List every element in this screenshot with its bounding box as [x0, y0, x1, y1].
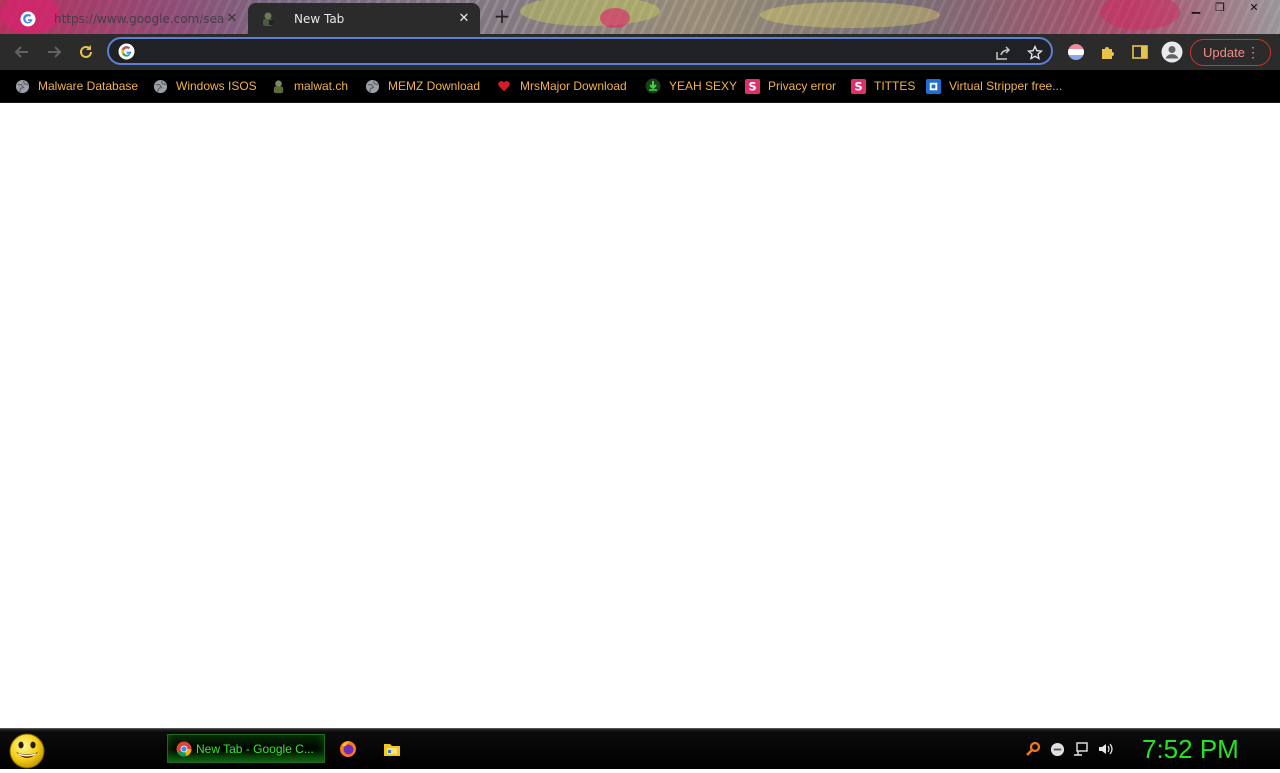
tab-title: https://www.google.com/search	[54, 11, 224, 26]
tab-google-search[interactable]: https://www.google.com/search ✕	[8, 3, 246, 34]
back-button[interactable]	[10, 40, 34, 64]
side-panel-icon[interactable]	[1128, 40, 1152, 64]
taskbar-chrome-window[interactable]: New Tab - Google C...	[167, 734, 325, 763]
bookmark-label: Windows ISOS	[176, 79, 257, 93]
flag-circle-glyph	[1068, 44, 1084, 60]
bookmarks-bar: Malware Database Windows ISOS malwat.ch …	[0, 70, 1280, 103]
globe-icon	[364, 78, 380, 94]
extensions-icon[interactable]	[1096, 40, 1120, 64]
more-menu-icon[interactable]: ⋮	[1246, 44, 1260, 60]
share-icon[interactable]	[993, 43, 1013, 63]
bookmark-label: MEMZ Download	[388, 79, 481, 93]
minimize-icon[interactable]: ▁	[1184, 0, 1208, 18]
globe-icon	[14, 78, 30, 94]
update-button[interactable]: Update ⋮	[1190, 39, 1271, 66]
taskbar-chrome-label: New Tab - Google C...	[196, 741, 314, 756]
google-icon	[20, 11, 36, 26]
blue-square-icon	[925, 78, 941, 94]
bookmark-memz-download[interactable]: MEMZ Download	[364, 76, 480, 96]
profile-avatar-icon[interactable]	[1160, 40, 1184, 64]
bookmark-label: TITTES	[874, 79, 916, 93]
wallpaper-splash	[1100, 0, 1180, 30]
taskbar-clock[interactable]: 7:52 PM	[1142, 733, 1239, 765]
bookmark-label: MrsMajor Download	[520, 79, 627, 93]
tray-volume-icon[interactable]	[1096, 740, 1114, 758]
close-tab-icon[interactable]: ✕	[224, 11, 240, 27]
puzzle-glyph	[1102, 47, 1114, 59]
bookmark-yeah-sexy[interactable]: YEAH SEXY	[645, 76, 737, 96]
start-button[interactable]	[7, 731, 47, 769]
speaker-glyph	[1099, 743, 1113, 755]
restore-icon[interactable]: ❐	[1208, 0, 1232, 18]
reload-icon	[80, 45, 92, 58]
close-window-icon[interactable]: ✕	[1242, 0, 1266, 18]
bookmark-label: malwat.ch	[294, 79, 349, 93]
star-glyph	[1027, 45, 1043, 60]
firefox-icon	[340, 741, 356, 757]
address-input[interactable]	[139, 41, 983, 65]
round-status-glyph	[1050, 742, 1064, 756]
bookmark-windows-isos[interactable]: Windows ISOS	[152, 76, 257, 96]
folder-icon	[384, 744, 400, 756]
hacker-icon	[270, 78, 286, 94]
bookmark-label: YEAH SEXY	[669, 79, 738, 93]
globe-icon	[152, 78, 168, 94]
taskbar-explorer-button[interactable]	[382, 739, 402, 759]
bookmark-label: Virtual Stripper free...	[949, 79, 1063, 93]
arrow-right-icon	[48, 46, 62, 58]
s-icon: S	[744, 78, 760, 94]
page-content	[0, 103, 1280, 728]
wallpaper-splash	[520, 0, 660, 26]
address-bar[interactable]	[107, 37, 1053, 65]
google-icon	[118, 43, 135, 60]
hacker-icon	[263, 12, 274, 26]
tab-new-tab[interactable]: New Tab ✕	[248, 3, 480, 34]
arrow-left-icon	[14, 46, 28, 58]
bookmark-mrsmajor-download[interactable]: MrsMajor Download	[496, 76, 627, 96]
magnifier-glyph	[1026, 741, 1041, 756]
bookmark-malware-database[interactable]: Malware Database	[14, 76, 138, 96]
reload-button[interactable]	[74, 40, 98, 64]
smiley-icon	[9, 733, 45, 769]
taskbar: New Tab - Google C... 7:52 PM	[0, 728, 1280, 769]
s-icon: S	[850, 78, 866, 94]
browser-toolbar: Update ⋮	[0, 34, 1280, 70]
forward-button[interactable]	[42, 40, 66, 64]
bookmark-star-icon[interactable]	[1025, 43, 1045, 63]
bookmark-virtual-stripper[interactable]: Virtual Stripper free...	[925, 76, 1062, 96]
bookmark-malwatch[interactable]: malwat.ch	[270, 76, 348, 96]
wallpaper-splash	[600, 8, 630, 28]
bookmark-privacy-error[interactable]: S Privacy error	[744, 76, 836, 96]
svg-text:S: S	[748, 80, 756, 93]
side-panel-glyph	[1132, 45, 1148, 59]
tray-status-icon[interactable]	[1048, 740, 1066, 758]
new-tab-button[interactable]: +	[492, 6, 512, 26]
tab-title: New Tab	[294, 11, 345, 26]
bookmark-tittes[interactable]: S TITTES	[850, 76, 915, 96]
heart-icon	[496, 78, 512, 94]
network-glyph	[1074, 742, 1088, 756]
bookmark-label: Malware Database	[38, 79, 139, 93]
tray-search-icon[interactable]	[1024, 740, 1042, 758]
taskbar-firefox-button[interactable]	[338, 739, 358, 759]
update-label: Update	[1203, 45, 1245, 60]
tray-network-icon[interactable]	[1072, 740, 1090, 758]
bookmark-label: Privacy error	[768, 79, 837, 93]
wallpaper-splash	[760, 2, 940, 28]
download-icon	[645, 78, 661, 94]
chrome-icon	[176, 741, 192, 757]
close-tab-icon[interactable]: ✕	[456, 11, 472, 27]
extension-flag-icon[interactable]	[1064, 40, 1088, 64]
svg-text:S: S	[854, 80, 862, 93]
avatar-glyph	[1161, 41, 1183, 63]
share-glyph	[996, 46, 1011, 60]
browser-tab-strip: https://www.google.com/search ✕ New Tab …	[0, 0, 1280, 34]
